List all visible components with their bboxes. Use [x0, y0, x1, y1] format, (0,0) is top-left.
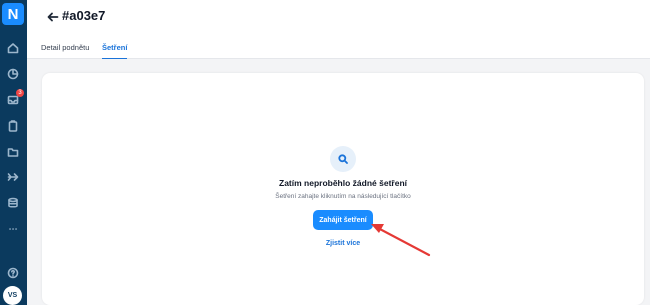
sidebar-item-home[interactable] — [6, 41, 20, 55]
search-icon — [338, 154, 348, 164]
start-investigation-button[interactable]: Zahájit šetření — [313, 210, 373, 230]
page-title: #a03e7 — [62, 8, 106, 23]
home-icon — [7, 43, 19, 54]
share-icon — [7, 173, 19, 181]
sidebar: N 3 VS — [0, 0, 27, 305]
investigation-card — [42, 73, 644, 305]
sidebar-item-inbox[interactable]: 3 — [6, 89, 24, 107]
page-header: #a03e7 Detail podnětu Šetření — [27, 0, 650, 60]
learn-more-link[interactable]: Zjistit více — [313, 240, 373, 247]
database-icon — [8, 197, 18, 208]
arrow-left-icon — [47, 12, 59, 22]
sidebar-item-help[interactable] — [6, 266, 20, 280]
help-icon — [7, 267, 19, 279]
empty-state-title: Zatím neproběhlo žádné šetření — [279, 178, 407, 188]
tab-investigation[interactable]: Šetření — [102, 43, 128, 60]
sidebar-item-files[interactable] — [6, 145, 20, 159]
sidebar-item-share[interactable] — [6, 170, 20, 184]
empty-state-subtitle: Šetření zahajte kliknutím na následující… — [275, 193, 411, 200]
app-logo[interactable]: N — [2, 3, 24, 25]
empty-state-icon — [330, 146, 356, 172]
folder-icon — [7, 148, 19, 157]
inbox-badge: 3 — [16, 89, 24, 97]
sidebar-item-more[interactable] — [6, 222, 20, 236]
sidebar-item-reports[interactable] — [6, 119, 20, 133]
sidebar-item-data[interactable] — [6, 196, 20, 210]
tab-detail[interactable]: Detail podnětu — [41, 43, 89, 58]
back-button[interactable] — [47, 10, 59, 22]
avatar[interactable]: VS — [3, 286, 22, 305]
chart-icon — [7, 68, 19, 80]
sidebar-item-analytics[interactable] — [6, 67, 20, 81]
more-icon — [9, 228, 17, 230]
clipboard-icon — [8, 120, 18, 132]
